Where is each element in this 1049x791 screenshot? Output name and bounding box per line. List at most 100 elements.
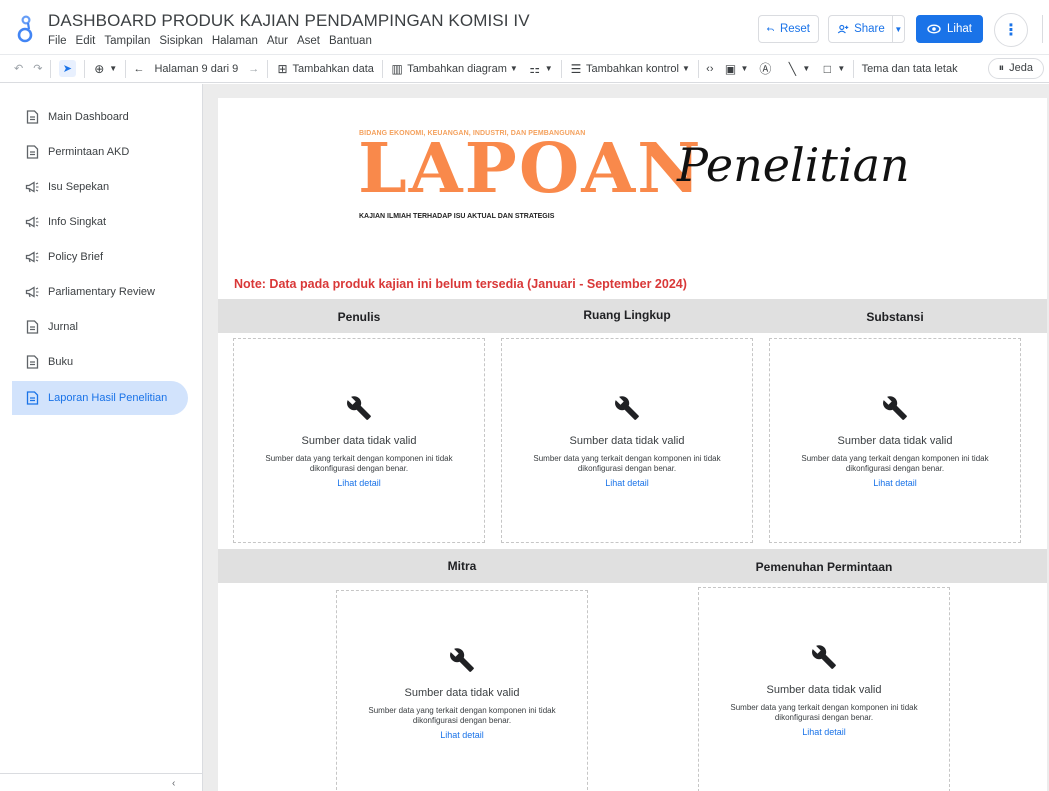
sidebar-item-parliamentary-review[interactable]: Parliamentary Review — [12, 275, 188, 309]
share-label: Share — [854, 23, 885, 35]
more-options-icon[interactable]: ⋮ — [994, 13, 1028, 47]
next-page-button[interactable]: → — [243, 54, 264, 83]
widget-detail-link[interactable]: Lihat detail — [234, 478, 484, 488]
menu-file[interactable]: File — [48, 35, 67, 47]
sidebar-item-label: Info Singkat — [48, 216, 107, 228]
megaphone-icon — [25, 285, 40, 300]
chart-widget-pemenuhan-permintaan[interactable]: Sumber data tidak valid Sumber data yang… — [698, 587, 950, 791]
add-chart-icon: ▥ — [391, 61, 403, 76]
cursor-icon: ➤ — [58, 60, 76, 77]
sidebar-item-policy-brief[interactable]: Policy Brief — [12, 240, 188, 274]
chart-widget-mitra[interactable]: Sumber data tidak valid Sumber data yang… — [336, 590, 588, 791]
arrow-right-icon: → — [248, 62, 260, 75]
share-button[interactable]: Share ▼ — [828, 15, 905, 43]
banner-tagline: KAJIAN ILMIAH TERHADAP ISU AKTUAL DAN ST… — [359, 213, 555, 220]
menu-bar: File Edit Tampilan Sisipkan Halaman Atur… — [48, 35, 381, 47]
banner-title-lapoan: LAPOAN — [358, 129, 703, 209]
document-title[interactable]: DASHBOARD PRODUK KAJIAN PENDAMPINGAN KOM… — [48, 11, 530, 31]
sidebar-item-label: Buku — [48, 356, 74, 368]
reset-button[interactable]: Reset — [758, 15, 819, 43]
widget-detail-link[interactable]: Lihat detail — [770, 478, 1020, 488]
pause-button[interactable]: ⏸ Jeda — [963, 54, 1049, 83]
sidebar-item-permintaan-akd[interactable]: Permintaan AKD — [12, 135, 188, 169]
sidebar-item-laporan-hasil-penelitian[interactable]: Laporan Hasil Penelitian — [12, 381, 188, 415]
collapse-sidebar-icon[interactable]: ‹ — [172, 778, 175, 789]
megaphone-icon — [25, 180, 40, 195]
dropdown-icon: ▼ — [509, 64, 518, 73]
widget-detail-link[interactable]: Lihat detail — [502, 478, 752, 488]
chart-widget-ruang-lingkup[interactable]: Sumber data tidak valid Sumber data yang… — [501, 338, 753, 543]
zoom-menu[interactable]: ⊕ ▼ — [87, 54, 122, 83]
doc-icon — [25, 391, 40, 406]
view-button[interactable]: Lihat — [916, 15, 983, 43]
sidebar-item-buku[interactable]: Buku — [12, 345, 188, 379]
previous-page-button[interactable]: ← — [128, 54, 149, 83]
chart-widget-penulis[interactable]: Sumber data tidak valid Sumber data yang… — [233, 338, 485, 543]
select-tool[interactable]: ➤ — [54, 54, 81, 83]
view-label: Lihat — [947, 23, 972, 35]
sidebar-item-label: Jurnal — [48, 321, 78, 333]
text-button[interactable]: Ⓐ — [753, 54, 780, 83]
menu-view[interactable]: Tampilan — [104, 35, 150, 47]
section-header-band: Mitra Pemenuhan Permintaan — [218, 549, 1047, 583]
widget-error-description: Sumber data yang terkait dengan komponen… — [801, 454, 989, 473]
section-title-pemenuhan-permintaan: Pemenuhan Permintaan — [755, 560, 893, 574]
wrench-icon — [450, 648, 474, 672]
banner-title-penelitian: Penelitian — [677, 138, 910, 192]
menu-insert[interactable]: Sisipkan — [159, 35, 202, 47]
sidebar-item-jurnal[interactable]: Jurnal — [12, 310, 188, 344]
menu-arrange[interactable]: Atur — [267, 35, 288, 47]
arrow-left-icon: ← — [133, 62, 145, 75]
menu-help[interactable]: Bantuan — [329, 35, 372, 47]
sidebar-item-label: Main Dashboard — [48, 111, 129, 123]
zoom-icon: ⊕ — [94, 61, 105, 76]
doc-icon — [25, 110, 40, 125]
redo-icon[interactable]: ↷ — [28, 54, 47, 83]
widget-error-title: Sumber data tidak valid — [301, 435, 417, 447]
sidebar-item-label: Policy Brief — [48, 251, 104, 263]
report-page: BIDANG EKONOMI, KEUANGAN, INDUSTRI, DAN … — [218, 98, 1047, 791]
widget-detail-link[interactable]: Lihat detail — [699, 727, 949, 737]
widget-detail-link[interactable]: Lihat detail — [337, 730, 587, 740]
image-button[interactable]: ▣ ▼ — [719, 54, 754, 83]
section-title-penulis: Penulis — [337, 310, 381, 324]
embed-url-button[interactable]: ‹› — [701, 54, 718, 83]
menu-resource[interactable]: Aset — [297, 35, 320, 47]
add-data-icon: ⊞ — [277, 61, 288, 76]
add-chart-button[interactable]: ▥ Tambahkan diagram ▼ — [385, 54, 523, 83]
sidebar-item-info-singkat[interactable]: Info Singkat — [12, 205, 188, 239]
rectangle-icon: □ — [823, 61, 831, 76]
sidebar-item-label: Parliamentary Review — [48, 286, 155, 298]
code-icon: ‹› — [706, 62, 714, 75]
eye-icon — [927, 24, 941, 34]
control-icon: ☰ — [570, 61, 582, 76]
undo-icon[interactable]: ↶ — [0, 54, 28, 83]
section-title-mitra: Mitra — [447, 559, 477, 573]
sidebar-item-main-dashboard[interactable]: Main Dashboard — [12, 100, 188, 134]
dropdown-icon: ▼ — [681, 64, 690, 73]
shape-button[interactable]: □ ▼ — [815, 54, 850, 83]
menu-page[interactable]: Halaman — [212, 35, 258, 47]
widget-error-title: Sumber data tidak valid — [766, 684, 882, 696]
dropdown-icon: ▼ — [837, 64, 846, 73]
section-title-substansi: Substansi — [866, 310, 924, 324]
megaphone-icon — [25, 250, 40, 265]
community-viz-button[interactable]: ⚏ ▼ — [523, 54, 558, 83]
add-data-button[interactable]: ⊞ Tambahkan data — [271, 54, 379, 83]
wrench-icon — [812, 645, 836, 669]
line-button[interactable]: ╲ ▼ — [780, 54, 815, 83]
page-navigation-sidebar: Main Dashboard Permintaan AKD Isu Sepeka… — [0, 84, 203, 791]
sidebar-item-isu-sepekan[interactable]: Isu Sepekan — [12, 170, 188, 204]
looker-studio-logo[interactable] — [16, 13, 42, 43]
chart-widget-substansi[interactable]: Sumber data tidak valid Sumber data yang… — [769, 338, 1021, 543]
pause-label: Jeda — [1009, 62, 1033, 74]
menu-edit[interactable]: Edit — [76, 35, 96, 47]
share-dropdown-icon[interactable]: ▼ — [891, 16, 904, 42]
dropdown-icon: ▼ — [109, 64, 118, 73]
megaphone-icon — [25, 215, 40, 230]
page-indicator: Halaman 9 dari 9 — [154, 62, 239, 75]
add-control-button[interactable]: ☰ Tambahkan kontrol ▼ — [564, 54, 695, 83]
widget-error-description: Sumber data yang terkait dengan komponen… — [730, 703, 918, 722]
theme-layout-button[interactable]: Tema dan tata letak — [857, 54, 963, 83]
doc-icon — [25, 145, 40, 160]
